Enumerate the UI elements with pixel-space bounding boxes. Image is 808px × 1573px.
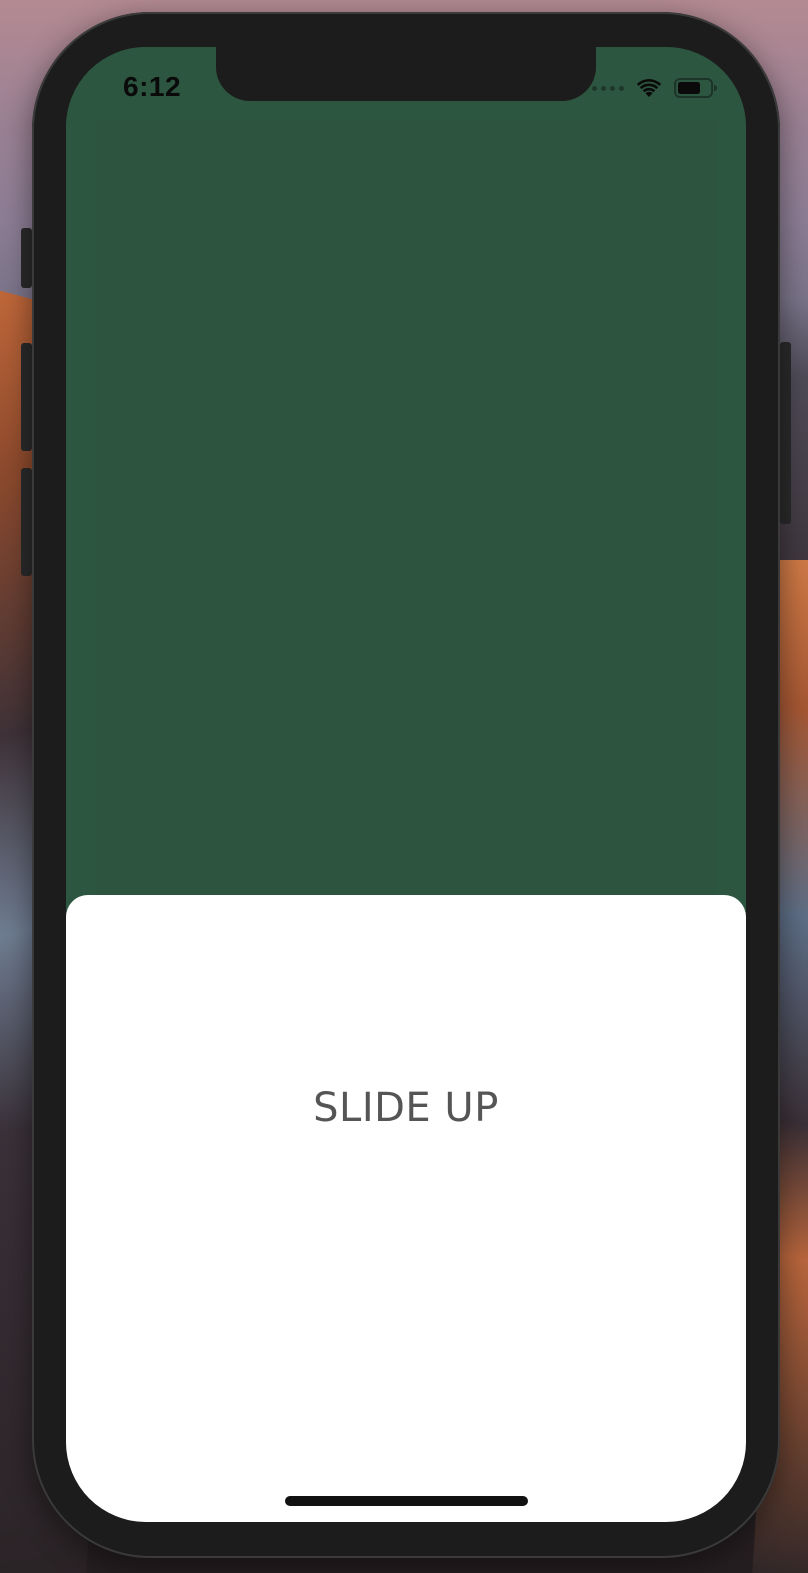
home-indicator[interactable] bbox=[285, 1496, 528, 1506]
notch bbox=[216, 47, 596, 101]
side-button-power bbox=[780, 342, 791, 524]
signal-dots-icon bbox=[592, 85, 624, 91]
app-screen: 6:12 SLIDE UP bbox=[66, 47, 746, 1522]
main-content-inner bbox=[96, 121, 716, 911]
slide-up-label: SLIDE UP bbox=[313, 1085, 499, 1131]
side-button-volume-down bbox=[21, 468, 32, 576]
battery-icon bbox=[674, 78, 717, 98]
slide-up-panel[interactable]: SLIDE UP bbox=[66, 895, 746, 1522]
wifi-icon bbox=[636, 79, 662, 97]
side-button-silent bbox=[21, 228, 32, 288]
main-content-area bbox=[66, 47, 746, 907]
status-time: 6:12 bbox=[123, 71, 182, 102]
side-button-volume-up bbox=[21, 343, 32, 451]
status-icons bbox=[592, 77, 718, 99]
